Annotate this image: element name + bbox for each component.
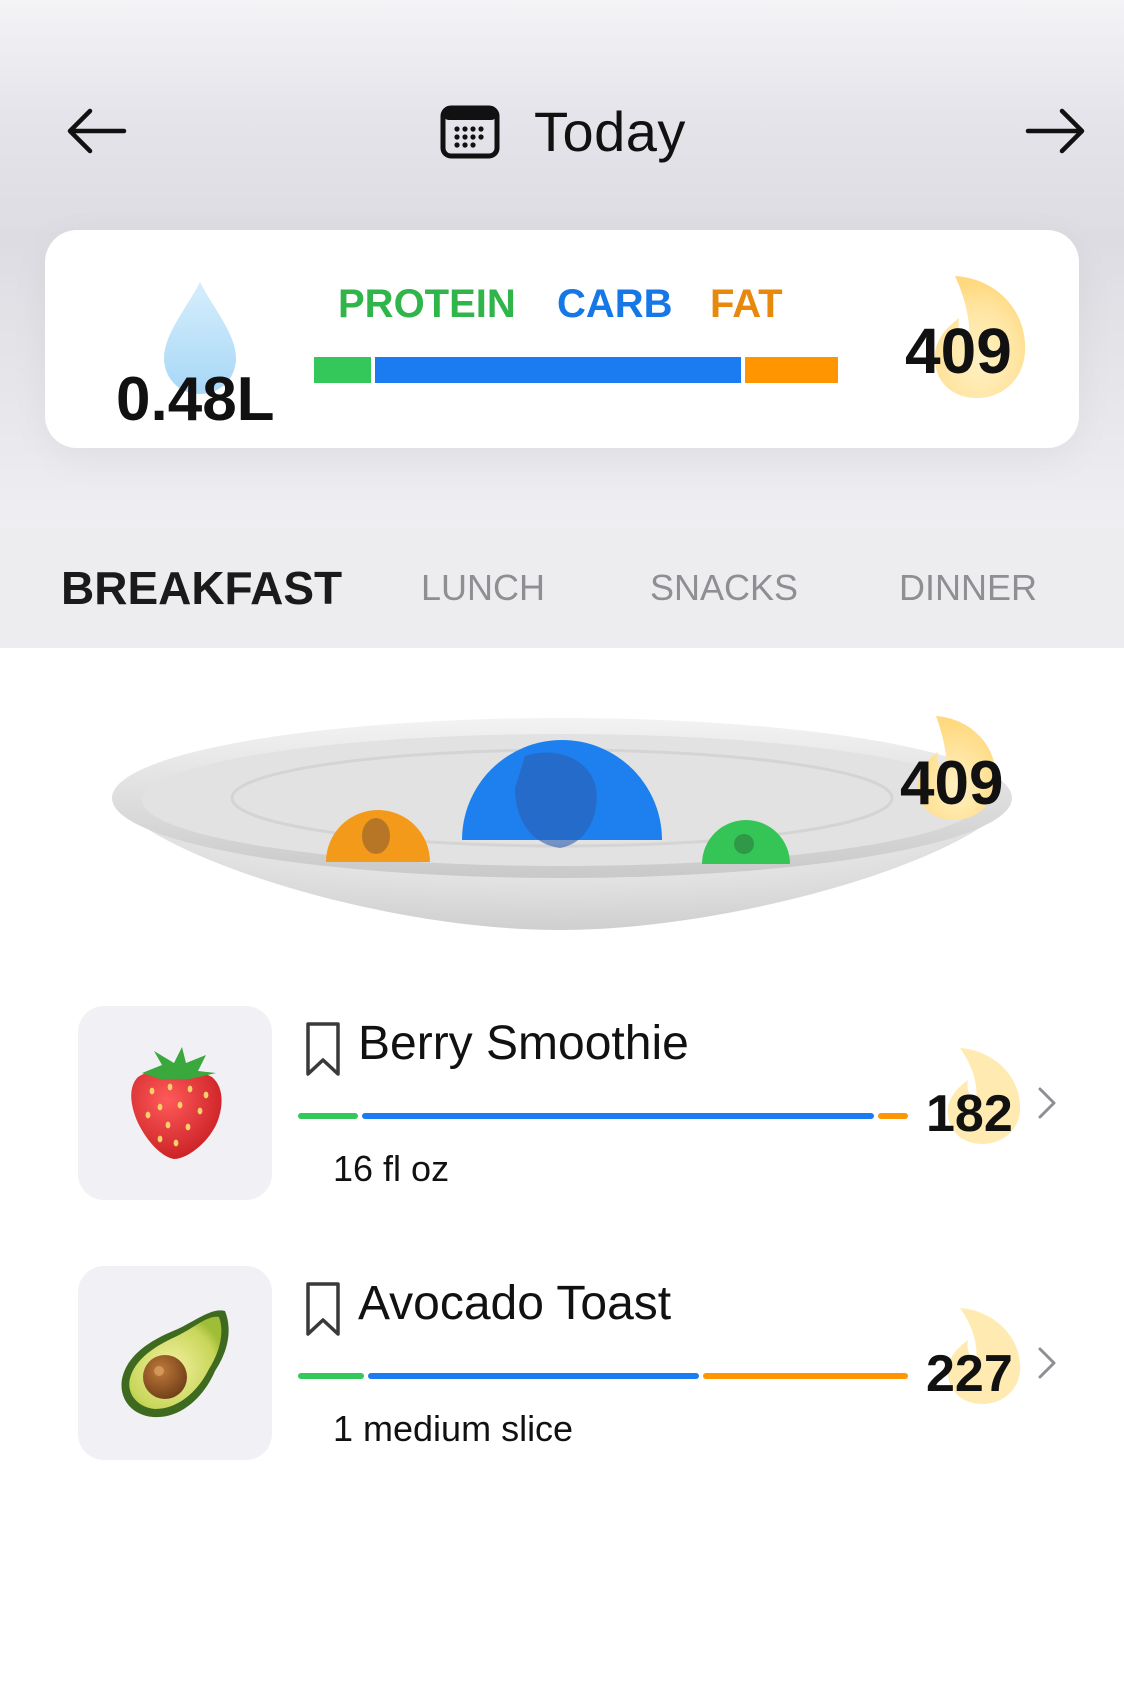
tab-dinner[interactable]: DINNER [899,558,1037,618]
chevron-right-icon [1038,1347,1056,1379]
date-title: Today [534,99,686,163]
bookmark-icon[interactable] [304,1280,342,1338]
meal-tabs: BREAKFAST LUNCH SNACKS DINNER [0,528,1124,648]
next-day-button[interactable] [1020,95,1092,167]
fat-segment [703,1373,908,1379]
plate-calories: 409 [900,749,1004,818]
water-intake: 0.48L [70,278,275,434]
tab-breakfast[interactable]: BREAKFAST [61,558,342,618]
avocado-icon [121,1310,229,1418]
chevron-right-icon [1038,1087,1056,1119]
fat-label: FAT [710,282,783,326]
meal-calories: 227 [926,1345,1013,1403]
meal-plate[interactable]: 409 [0,648,1124,968]
calendar-icon [440,105,500,159]
total-calories: 409 [905,315,1012,387]
tab-snacks[interactable]: SNACKS [650,558,798,618]
daily-summary-card[interactable]: 0.48L PROTEIN CARB FAT 409 [45,230,1079,448]
protein-segment [314,357,371,383]
meal-calories-badge: 182 [918,1046,1028,1156]
water-value: 0.48L [116,365,275,434]
arrow-left-icon [67,108,127,154]
meal-macro-bar [298,1373,908,1379]
meal-item-avocado-toast[interactable]: Avocado Toast 1 medium slice 227 [78,1266,1058,1462]
tab-lunch[interactable]: LUNCH [421,558,545,618]
meal-calories: 182 [926,1085,1013,1143]
meal-name: Berry Smoothie [358,1017,689,1070]
meal-portion: 16 fl oz [333,1148,450,1189]
meal-thumbnail [78,1266,272,1460]
fat-segment [745,357,838,383]
macro-legend: PROTEIN CARB FAT [338,282,783,327]
meal-calories-badge: 227 [918,1306,1028,1416]
meal-name: Avocado Toast [358,1277,672,1330]
meal-portion: 1 medium slice [333,1408,574,1449]
protein-segment [298,1113,359,1119]
date-picker[interactable]: Today [440,95,686,167]
carb-segment [362,1113,874,1119]
protein-segment [298,1373,365,1379]
macro-distribution-bar [314,357,838,383]
carb-segment [368,1373,700,1379]
bookmark-icon[interactable] [304,1020,342,1078]
carb-label: CARB [557,282,673,326]
carb-segment [374,357,742,383]
previous-day-button[interactable] [60,95,132,167]
arrow-right-icon [1025,108,1085,154]
fat-segment [877,1113,908,1119]
meal-item-berry-smoothie[interactable]: Berry Smoothie 16 fl oz 182 [78,1006,1058,1202]
strawberry-icon [131,1047,222,1159]
meal-thumbnail [78,1006,272,1200]
protein-label: PROTEIN [338,282,516,326]
meal-macro-bar [298,1113,908,1119]
